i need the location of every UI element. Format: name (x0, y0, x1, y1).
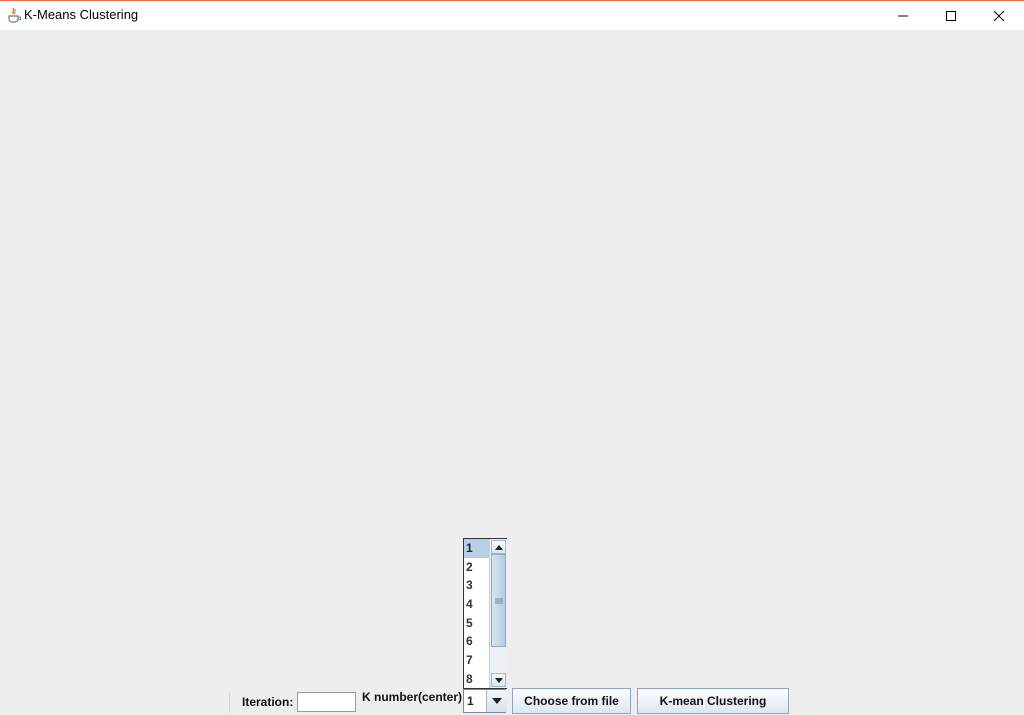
scroll-up-button[interactable] (491, 540, 506, 554)
minimize-button[interactable] (880, 1, 926, 30)
k-option-2[interactable]: 2 (464, 558, 489, 577)
k-number-combobox[interactable]: 1 (463, 689, 507, 713)
k-number-dropdown-list[interactable]: 1 2 3 4 5 6 7 8 (463, 538, 507, 689)
k-mean-clustering-button[interactable]: K-mean Clustering (637, 688, 789, 714)
minimize-icon (898, 15, 908, 16)
k-option-7[interactable]: 7 (464, 651, 489, 670)
k-number-selected: 1 (467, 694, 474, 708)
k-option-5[interactable]: 5 (464, 614, 489, 633)
maximize-icon (946, 10, 956, 21)
k-option-8[interactable]: 8 (464, 670, 489, 689)
iteration-label: Iteration: (242, 695, 294, 709)
k-option-1[interactable]: 1 (464, 539, 489, 558)
plot-area (0, 30, 1024, 715)
scroll-thumb[interactable] (491, 554, 506, 647)
close-button[interactable] (976, 1, 1022, 30)
close-icon (994, 10, 1004, 21)
arrow-down-icon (494, 677, 503, 683)
k-option-4[interactable]: 4 (464, 595, 489, 614)
k-options-list[interactable]: 1 2 3 4 5 6 7 8 (464, 539, 489, 688)
title-bar[interactable]: K-Means Clustering (0, 1, 1024, 30)
window-title: K-Means Clustering (24, 7, 139, 22)
k-option-3[interactable]: 3 (464, 576, 489, 595)
java-icon (6, 7, 22, 23)
combo-arrow-button[interactable] (486, 690, 507, 712)
choose-from-file-button[interactable]: Choose from file (512, 688, 631, 714)
grip-icon (494, 598, 503, 603)
iteration-input[interactable] (297, 692, 356, 712)
k-option-6[interactable]: 6 (464, 632, 489, 651)
dropdown-scrollbar[interactable] (489, 539, 507, 688)
scroll-down-button[interactable] (491, 673, 506, 687)
maximize-button[interactable] (928, 1, 974, 30)
chevron-down-icon (492, 698, 502, 704)
toolbar-divider (229, 693, 230, 713)
k-number-label: K number(center) (362, 690, 463, 704)
arrow-up-icon (494, 544, 503, 550)
